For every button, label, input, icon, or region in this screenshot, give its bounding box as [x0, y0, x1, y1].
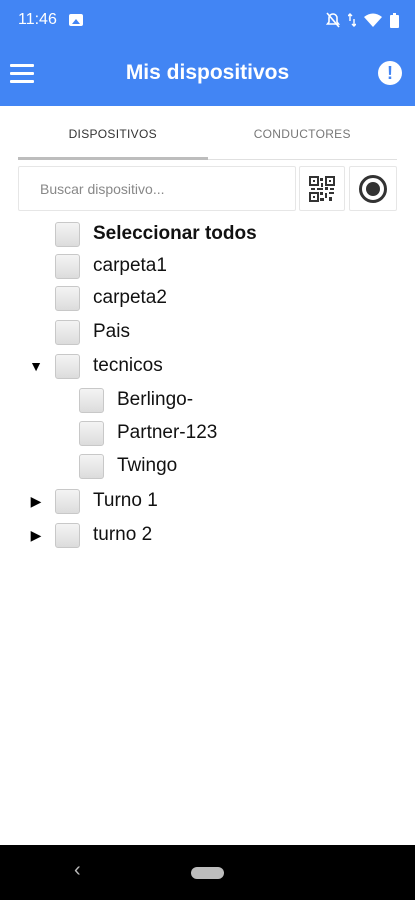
record-icon — [359, 174, 387, 203]
hamburger-menu-icon[interactable] — [10, 59, 38, 87]
checkbox[interactable] — [55, 285, 80, 311]
checkbox[interactable] — [79, 387, 104, 413]
qr-code-icon — [309, 175, 335, 202]
collapse-arrow-icon[interactable]: ▶ — [28, 527, 44, 544]
checkbox[interactable] — [79, 420, 104, 446]
checkbox[interactable] — [55, 353, 80, 379]
select-all-label: Seleccionar todos — [93, 223, 257, 244]
checkbox[interactable] — [55, 522, 80, 548]
data-arrows-icon — [348, 13, 356, 27]
tree-item-partner-123[interactable]: Partner-123 — [79, 416, 217, 450]
select-all-row[interactable]: Seleccionar todos — [55, 217, 257, 251]
qr-scan-button[interactable] — [299, 166, 345, 211]
collapse-arrow-icon[interactable]: ▶ — [28, 493, 44, 510]
tree-item-label: Partner-123 — [117, 422, 218, 443]
battery-icon — [390, 12, 399, 28]
tree-item-berlingo[interactable]: Berlingo- — [79, 383, 193, 417]
tree-item-label: Berlingo- — [117, 389, 194, 410]
tree-item-tecnicos[interactable]: tecnicos — [55, 349, 163, 383]
search-input[interactable]: Buscar dispositivo... — [18, 166, 296, 211]
tab-conductores[interactable]: CONDUCTORES — [207, 112, 397, 160]
select-all-checkbox[interactable] — [55, 221, 80, 247]
tree-item-carpeta1[interactable]: carpeta1 — [55, 249, 167, 283]
tree-item-turno-1[interactable]: Turno 1 — [55, 484, 158, 518]
tab-dispositivos[interactable]: DISPOSITIVOS — [18, 112, 208, 160]
checkbox[interactable] — [55, 319, 80, 345]
status-bar: 11:46 — [0, 0, 415, 40]
tree-item-twingo[interactable]: Twingo — [79, 449, 177, 483]
tree-item-label: carpeta2 — [93, 287, 167, 308]
tree-item-label: Twingo — [117, 455, 178, 476]
checkbox[interactable] — [55, 488, 80, 514]
mute-icon — [326, 12, 340, 28]
record-button[interactable] — [349, 166, 397, 211]
app-bar: Mis dispositivos ! — [0, 40, 415, 106]
tree-item-label: Turno 1 — [93, 490, 158, 511]
tree-item-carpeta2[interactable]: carpeta2 — [55, 281, 167, 315]
page-title: Mis dispositivos — [125, 61, 290, 84]
image-icon — [68, 14, 83, 26]
info-icon[interactable]: ! — [378, 61, 402, 85]
checkbox[interactable] — [55, 253, 80, 279]
checkbox[interactable] — [79, 453, 104, 479]
status-time: 11:46 — [18, 11, 57, 28]
tab-bar: DISPOSITIVOS CONDUCTORES — [18, 112, 397, 160]
tree-item-label: tecnicos — [93, 355, 163, 376]
status-icons — [326, 12, 399, 28]
tree-item-pais[interactable]: Pais — [55, 315, 130, 349]
back-icon[interactable]: ‹ — [74, 859, 81, 882]
tree-item-label: turno 2 — [93, 524, 153, 545]
tree-item-turno-2[interactable]: turno 2 — [55, 518, 152, 552]
system-nav-bar: ‹ — [0, 845, 415, 900]
tree-item-label: Pais — [93, 321, 130, 342]
expand-arrow-icon[interactable]: ▼ — [28, 358, 44, 374]
home-pill-icon[interactable] — [191, 867, 224, 879]
wifi-icon — [364, 13, 382, 27]
tree-item-label: carpeta1 — [93, 255, 167, 276]
